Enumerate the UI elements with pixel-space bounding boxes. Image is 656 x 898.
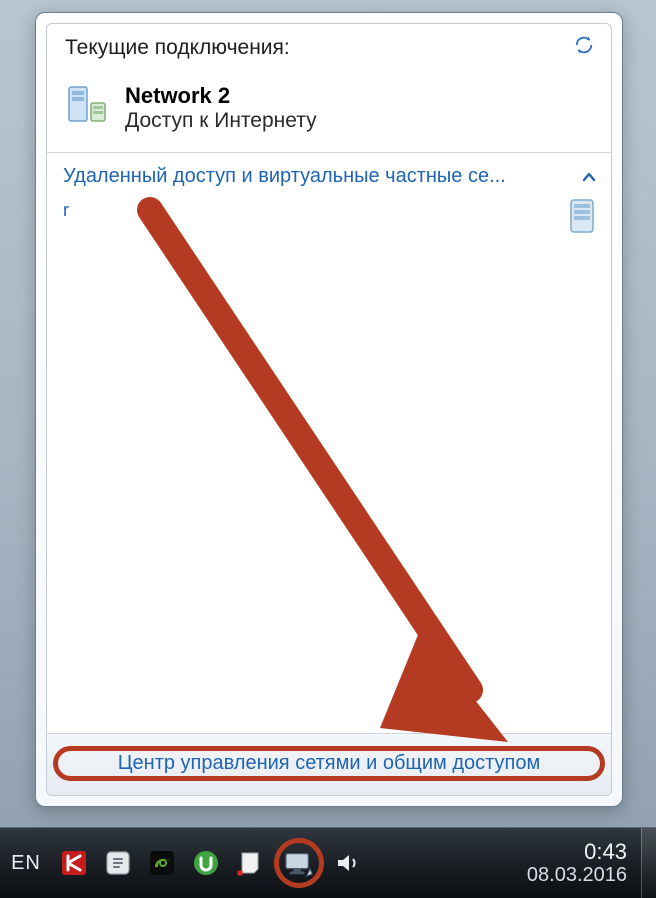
show-desktop-button[interactable] xyxy=(641,828,656,898)
flyout-footer: Центр управления сетями и общим доступом xyxy=(47,733,611,795)
vpn-server-icon xyxy=(569,198,595,239)
volume-icon[interactable] xyxy=(330,845,366,881)
taskbar: EN xyxy=(0,827,656,898)
system-tray xyxy=(52,840,366,886)
network-flyout: Текущие подключения: Network 2 Доступ xyxy=(35,12,623,807)
action-center-icon[interactable] xyxy=(232,845,268,881)
clock-time: 0:43 xyxy=(527,839,627,864)
network-item-text: Network 2 Доступ к Интернету xyxy=(125,83,317,133)
chevron-up-icon xyxy=(581,169,597,185)
network-tray-button[interactable] xyxy=(276,840,322,886)
utorrent-icon[interactable] xyxy=(188,845,224,881)
nvidia-icon[interactable] xyxy=(144,845,180,881)
clock[interactable]: 0:43 08.03.2016 xyxy=(527,839,641,887)
kaspersky-icon[interactable] xyxy=(56,845,92,881)
network-item[interactable]: Network 2 Доступ к Интернету xyxy=(47,75,611,152)
vpn-section-label: Удаленный доступ и виртуальные частные с… xyxy=(63,165,506,188)
desktop: Текущие подключения: Network 2 Доступ xyxy=(0,0,656,898)
network-flyout-inner: Текущие подключения: Network 2 Доступ xyxy=(46,23,612,796)
vpn-section-body: r xyxy=(47,196,611,733)
current-connections-title: Текущие подключения: xyxy=(65,36,595,60)
network-sharing-center-link[interactable]: Центр управления сетями и общим доступом xyxy=(55,734,603,795)
vpn-section-header[interactable]: Удаленный доступ и виртуальные частные с… xyxy=(47,153,611,196)
language-indicator[interactable]: EN xyxy=(0,852,52,875)
refresh-icon[interactable] xyxy=(573,34,595,61)
network-computer-icon xyxy=(63,83,111,136)
skype-icon[interactable] xyxy=(100,845,136,881)
clock-date: 08.03.2016 xyxy=(527,864,627,887)
network-name: Network 2 xyxy=(125,83,317,109)
current-connections-section: Текущие подключения: xyxy=(47,24,611,75)
vpn-item[interactable]: r xyxy=(63,200,69,220)
network-status: Доступ к Интернету xyxy=(125,109,317,133)
